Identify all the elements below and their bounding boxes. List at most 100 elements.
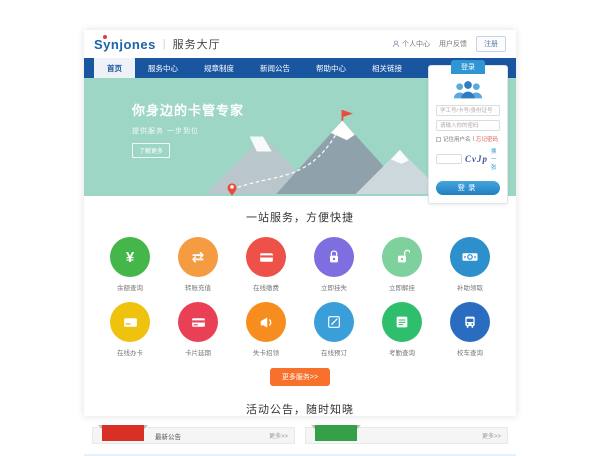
lock-circle (314, 237, 354, 277)
news-more-link[interactable]: 更多>> (269, 431, 288, 440)
nav-item-regulations[interactable]: 规章制度 (191, 58, 247, 78)
service-cancel-loss[interactable]: 立即解挂 (368, 237, 436, 292)
banknote-icon (461, 248, 479, 266)
forgot-password-link[interactable]: 忘记密码 (476, 135, 498, 143)
remember-row: 记住用户名 | 忘记密码 (436, 135, 500, 143)
service-label: 考勤查询 (389, 347, 415, 357)
card-extension-circle (178, 302, 218, 342)
guide-panel-bar: 使用指南 更多>> (305, 427, 508, 444)
hero-cta-button[interactable]: 了解更多 (132, 143, 170, 158)
service-online-booking[interactable]: 在线预订 (300, 302, 368, 357)
service-label: 校车查询 (457, 347, 483, 357)
payment-circle (246, 237, 286, 277)
services-section: 一站服务，方便快捷 ¥ 余额查询 ⇄ 转账充值 (84, 196, 516, 386)
remember-divider: | (473, 136, 474, 142)
refresh-captcha-link[interactable]: 换一张 (491, 147, 500, 171)
card-icon (258, 249, 275, 266)
login-tab[interactable]: 登录 (451, 60, 485, 74)
service-label: 转账充值 (185, 282, 211, 292)
balance-circle: ¥ (110, 237, 150, 277)
remember-label: 记住用户名 (443, 135, 471, 143)
user-icon (392, 40, 400, 48)
card-icon (122, 314, 139, 331)
tab-latest-announcements[interactable]: 最新公告 (155, 431, 181, 441)
product-name: 服务大厅 (173, 36, 221, 52)
service-online-card-apply[interactable]: 在线办卡 (96, 302, 164, 357)
service-label: 失卡招领 (253, 347, 279, 357)
service-attendance-inquiry[interactable]: 考勤查询 (368, 302, 436, 357)
nav-item-home[interactable]: 首页 (94, 58, 135, 78)
captcha-input[interactable] (436, 154, 462, 164)
services-grid: ¥ 余额查询 ⇄ 转账充值 在线缴费 (96, 237, 504, 357)
captcha-image: CvJp (465, 154, 488, 164)
nav-item-service-center[interactable]: 服务中心 (135, 58, 191, 78)
top-bar: Synjones | 服务大厅 个人中心 用户反馈 注册 (84, 30, 516, 58)
login-panel: 登录 记住用户名 | 忘记密码 CvJp 换一张 登 (428, 65, 508, 204)
service-transfer-recharge[interactable]: ⇄ 转账充值 (164, 237, 232, 292)
edit-icon (326, 314, 342, 330)
password-input[interactable] (436, 120, 500, 131)
username-input[interactable] (436, 105, 500, 116)
news-panel: 校园动态 最新公告 更多>> (92, 427, 295, 444)
news-panel-bar: 校园动态 最新公告 更多>> (92, 427, 295, 444)
transfer-circle: ⇄ (178, 237, 218, 277)
nav-item-help-center[interactable]: 帮助中心 (303, 58, 359, 78)
captcha-row: CvJp 换一张 (436, 147, 500, 171)
hero-title: 你身边的卡管专家 (132, 100, 244, 119)
service-label: 在线预订 (321, 347, 347, 357)
megaphone-icon (258, 314, 275, 331)
announcements-title: 活动公告，随时知晓 (84, 401, 516, 417)
service-label: 立即解挂 (389, 282, 415, 292)
apply-card-circle (110, 302, 150, 342)
login-submit-button[interactable]: 登录 (436, 181, 500, 195)
tab-user-guide[interactable]: 使用指南 (315, 425, 357, 441)
logo-red-dot-icon (103, 35, 107, 39)
yen-icon: ¥ (126, 250, 134, 265)
feedback-label: 用户反馈 (439, 39, 467, 49)
service-online-payment[interactable]: 在线缴费 (232, 237, 300, 292)
service-report-loss[interactable]: 立即挂失 (300, 237, 368, 292)
subsidy-circle (450, 237, 490, 277)
tab-campus-news[interactable]: 校园动态 (102, 425, 144, 441)
personal-center-link[interactable]: 个人中心 (392, 39, 430, 49)
service-subsidy-collection[interactable]: 补助领取 (436, 237, 504, 292)
service-label: 在线缴费 (253, 282, 279, 292)
hero-text-block: 你身边的卡管专家 提供服务 一步到位 了解更多 (132, 100, 244, 158)
megaphone-circle (246, 302, 286, 342)
list-circle (382, 302, 422, 342)
announcement-panels: 校园动态 最新公告 更多>> 使用指南 更多>> (92, 427, 508, 444)
services-title: 一站服务，方便快捷 (84, 209, 516, 225)
bus-icon (462, 314, 478, 330)
service-lost-card-claim[interactable]: 失卡招领 (232, 302, 300, 357)
guide-more-link[interactable]: 更多>> (482, 431, 501, 440)
service-school-bus-inquiry[interactable]: 校车查询 (436, 302, 504, 357)
service-card-extension[interactable]: 卡片延期 (164, 302, 232, 357)
logo-divider: | (163, 38, 166, 50)
top-bar-links: 个人中心 用户反馈 注册 (392, 36, 506, 52)
hero-banner: 你身边的卡管专家 提供服务 一步到位 了解更多 登录 记住用户名 | 忘记密码 (84, 78, 516, 196)
guide-panel: 使用指南 更多>> (305, 427, 508, 444)
edit-circle (314, 302, 354, 342)
more-services-button[interactable]: 更多服务>> (270, 368, 330, 386)
service-label: 余额查询 (117, 282, 143, 292)
service-label: 立即挂失 (321, 282, 347, 292)
service-balance-inquiry[interactable]: ¥ 余额查询 (96, 237, 164, 292)
remember-checkbox[interactable] (436, 137, 441, 142)
unlock-circle (382, 237, 422, 277)
lock-icon (326, 249, 342, 265)
brand-logo-text: Synjones (94, 37, 156, 52)
feedback-link[interactable]: 用户反馈 (439, 39, 467, 49)
register-button[interactable]: 注册 (476, 36, 506, 52)
bus-circle (450, 302, 490, 342)
nav-item-related-links[interactable]: 相关链接 (359, 58, 415, 78)
hero-subtitle: 提供服务 一步到位 (132, 126, 244, 136)
card-icon (190, 314, 207, 331)
brand-logo[interactable]: Synjones (94, 37, 156, 52)
nav-item-news[interactable]: 新闻公告 (247, 58, 303, 78)
users-group-icon (451, 80, 485, 100)
page-container: Synjones | 服务大厅 个人中心 用户反馈 注册 首页 服务中心 规章制… (84, 30, 516, 416)
announcements-section: 活动公告，随时知晓 校园动态 最新公告 更多>> 使用指南 更多>> (84, 386, 516, 456)
service-label: 卡片延期 (185, 347, 211, 357)
list-icon (394, 314, 410, 330)
unlock-icon (394, 249, 410, 265)
